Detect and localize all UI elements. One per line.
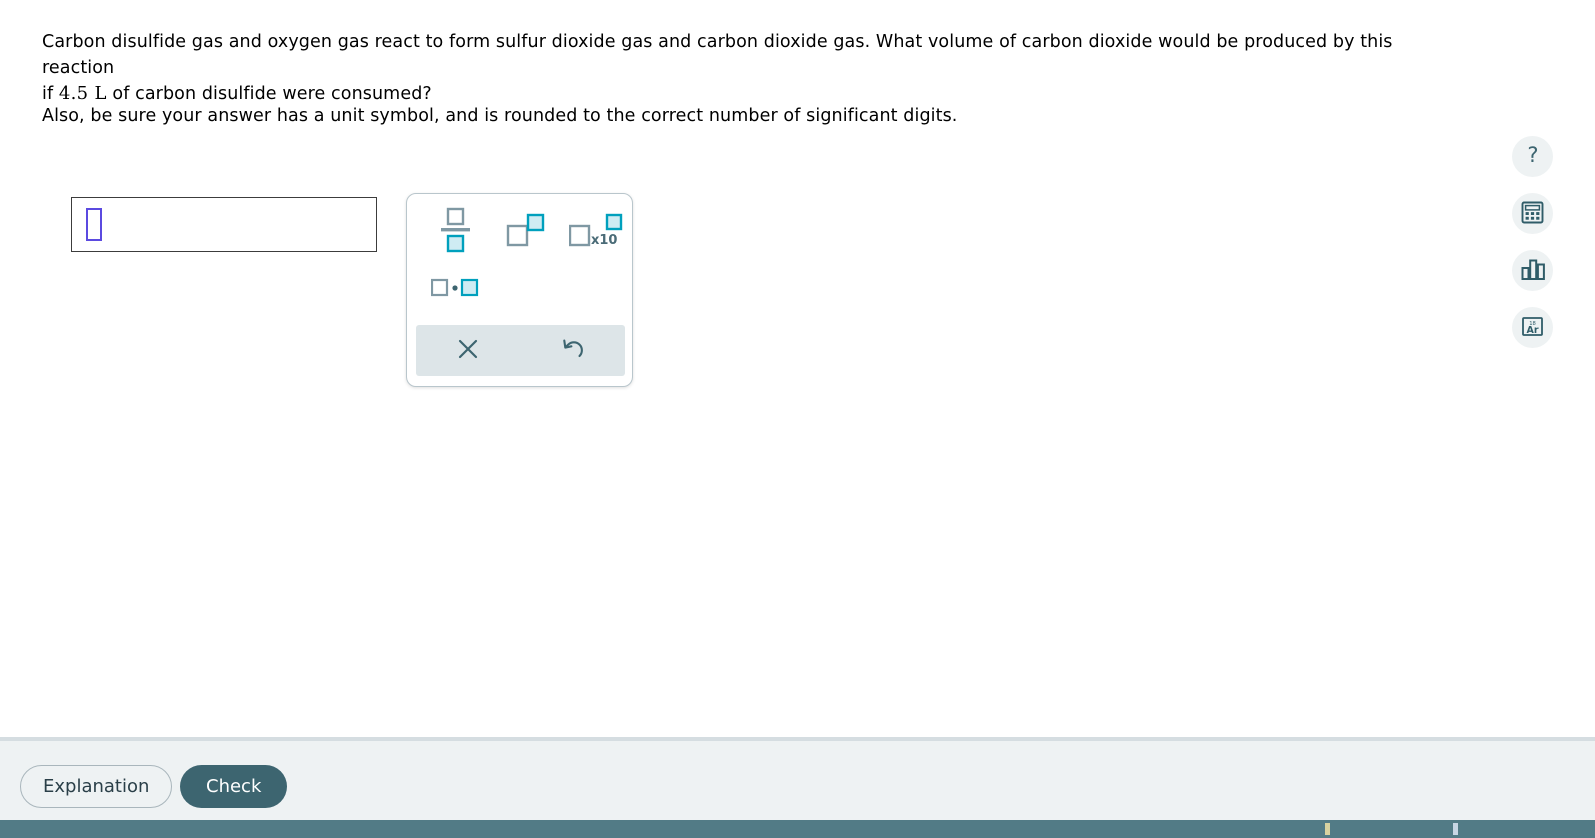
svg-text:Ar: Ar [1526, 325, 1538, 336]
question-line-2-suffix: of carbon disulfide were consumed? [112, 84, 432, 104]
question-line-2-prefix: if [42, 84, 54, 104]
close-x-icon [456, 337, 480, 364]
footer-action-bar: Explanation Check [0, 741, 1595, 820]
math-empty-placeholder-box [86, 208, 102, 241]
question-note: Also, be sure your answer has a unit sym… [42, 106, 958, 126]
clear-button[interactable] [416, 325, 521, 376]
strip-mark [1453, 823, 1458, 835]
undo-button[interactable] [521, 325, 626, 376]
strip-mark [1325, 823, 1330, 835]
periodic-table-button[interactable]: 18 Ar [1512, 307, 1553, 348]
question-line-1: Carbon disulfide gas and oxygen gas reac… [42, 32, 1393, 78]
svg-text:x10: x10 [591, 233, 617, 248]
answer-input[interactable] [71, 197, 377, 252]
help-icon: ? [1521, 143, 1545, 170]
scientific-notation-button[interactable]: x10 [561, 204, 631, 258]
multiplication-template-button[interactable] [421, 266, 489, 308]
svg-text:?: ? [1527, 143, 1538, 167]
undo-arrow-icon [561, 337, 585, 364]
explanation-button[interactable]: Explanation [20, 765, 173, 808]
math-keypad-templates: x10 [407, 194, 634, 320]
help-button[interactable]: ? [1512, 136, 1553, 177]
question-prompt: Carbon disulfide gas and oxygen gas reac… [42, 29, 1452, 107]
check-button[interactable]: Check [180, 765, 288, 808]
superscript-template-button[interactable] [491, 204, 559, 258]
calculator-icon [1520, 200, 1545, 228]
fraction-template-button[interactable] [421, 204, 489, 258]
bar-chart-icon [1520, 257, 1546, 284]
periodic-table-icon: 18 Ar [1520, 314, 1545, 342]
question-content-area: Carbon disulfide gas and oxygen gas reac… [0, 0, 1595, 738]
math-keypad-action-bar [416, 325, 625, 376]
calculator-button[interactable] [1512, 193, 1553, 234]
data-chart-button[interactable] [1512, 250, 1553, 291]
math-keypad-panel: x10 [406, 193, 633, 387]
question-quantity-value: 4.5 L [58, 83, 107, 104]
tool-rail: ? 18 Ar [1512, 136, 1553, 348]
bottom-status-strip [0, 820, 1595, 838]
